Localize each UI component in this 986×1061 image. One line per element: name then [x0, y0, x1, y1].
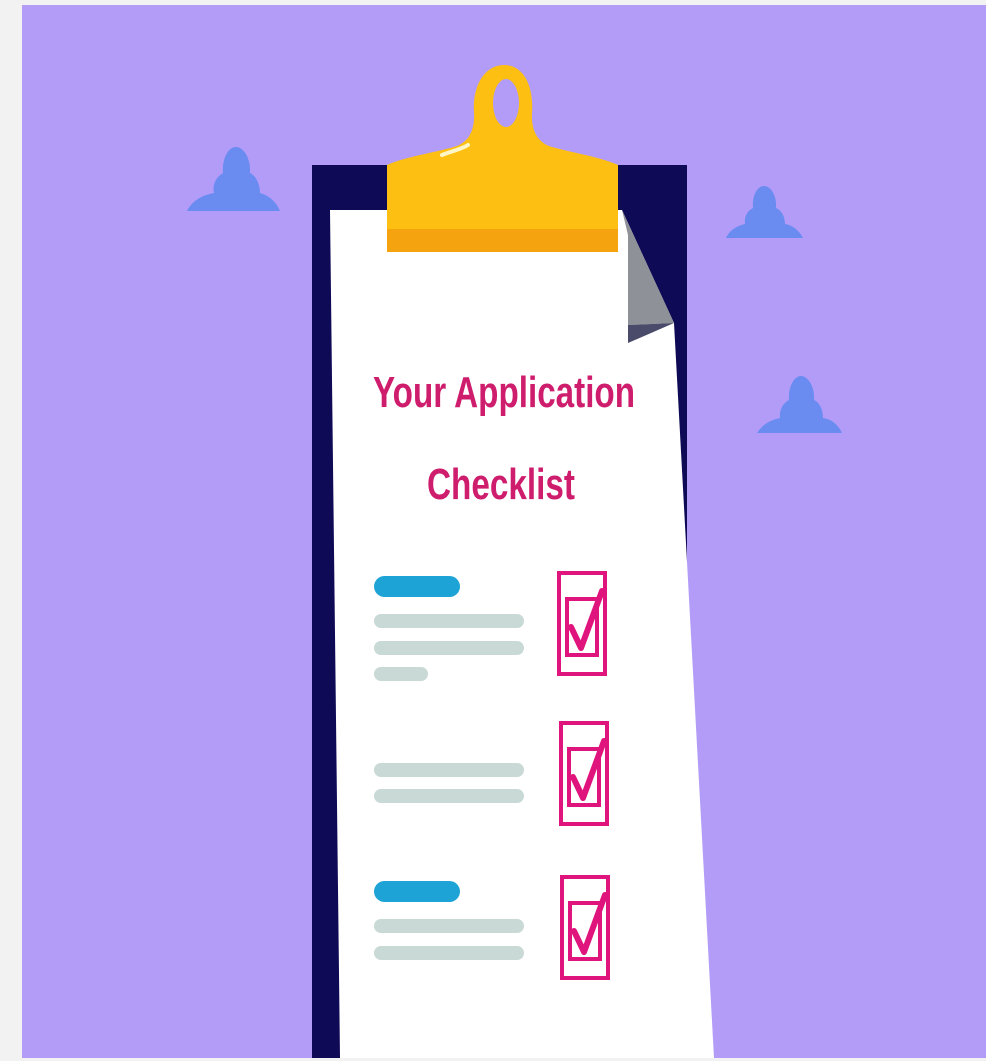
item-text-line: [374, 946, 524, 960]
item-text-line: [374, 641, 524, 655]
item-heading-line: [374, 881, 460, 902]
checklist-title-line-2: Checklist: [427, 460, 575, 509]
item-text-line: [374, 789, 524, 803]
item-text-line: [374, 614, 524, 628]
checkbox-checked-icon: [559, 721, 609, 826]
checkbox-checked-icon: [560, 875, 610, 980]
checklist-illustration: Your Application Checklist: [22, 5, 986, 1058]
item-heading-line: [374, 576, 460, 597]
checkbox-checked-icon: [557, 571, 607, 676]
illustration-frame: Your Application Checklist: [0, 0, 986, 1061]
item-text-line: [374, 667, 428, 681]
checklist-title-line-1: Your Application: [373, 368, 635, 417]
item-text-line: [374, 919, 524, 933]
illustration-canvas: Your Application Checklist: [22, 5, 986, 1058]
item-text-line: [374, 763, 524, 777]
